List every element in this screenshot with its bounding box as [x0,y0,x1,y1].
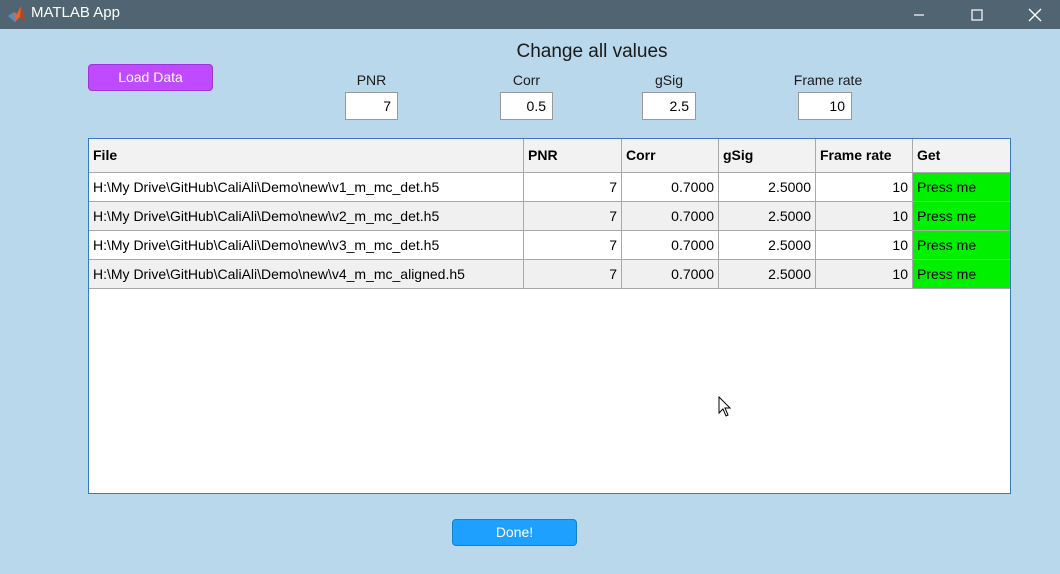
cell-corr[interactable]: 0.7000 [622,202,719,231]
cell-file[interactable]: H:\My Drive\GitHub\CaliAli\Demo\new\v3_m… [89,231,524,260]
maximize-button[interactable] [948,0,1006,29]
gsig-input[interactable]: 2.5 [642,92,696,120]
pnr-label: PNR [356,72,387,88]
window-title: MATLAB App [31,4,120,21]
cell-frame-rate[interactable]: 10 [816,202,913,231]
table-row: H:\My Drive\GitHub\CaliAli\Demo\new\v1_m… [89,173,1010,202]
pnr-input[interactable]: 7 [345,92,398,120]
press-me-button[interactable]: Press me [913,173,1010,202]
matlab-logo-icon [8,6,25,22]
frame-rate-input[interactable]: 10 [798,92,852,120]
minimize-icon [914,13,924,16]
table-row: H:\My Drive\GitHub\CaliAli\Demo\new\v3_m… [89,231,1010,260]
column-header-get[interactable]: Get [913,139,1010,173]
done-button[interactable]: Done! [452,519,577,546]
mouse-cursor-icon [718,396,732,417]
cell-frame-rate[interactable]: 10 [816,231,913,260]
cell-corr[interactable]: 0.7000 [622,260,719,289]
cell-file[interactable]: H:\My Drive\GitHub\CaliAli\Demo\new\v2_m… [89,202,524,231]
change-all-values-heading: Change all values [516,41,668,62]
corr-label: Corr [512,72,541,88]
press-me-button[interactable]: Press me [913,202,1010,231]
load-data-button[interactable]: Load Data [88,64,213,91]
gsig-label: gSig [654,72,684,88]
corr-input[interactable]: 0.5 [500,92,553,120]
maximize-icon [971,8,983,21]
cell-corr[interactable]: 0.7000 [622,173,719,202]
cell-gsig[interactable]: 2.5000 [719,173,816,202]
close-icon [1028,8,1042,21]
cell-pnr[interactable]: 7 [524,260,622,289]
table-row: H:\My Drive\GitHub\CaliAli\Demo\new\v2_m… [89,202,1010,231]
minimize-button[interactable] [890,0,948,29]
title-bar: MATLAB App [0,0,1060,29]
cell-gsig[interactable]: 2.5000 [719,231,816,260]
cell-corr[interactable]: 0.7000 [622,231,719,260]
table-row: H:\My Drive\GitHub\CaliAli\Demo\new\v4_m… [89,260,1010,289]
press-me-button[interactable]: Press me [913,260,1010,289]
cell-gsig[interactable]: 2.5000 [719,202,816,231]
column-header-frame-rate[interactable]: Frame rate [816,139,913,173]
cell-pnr[interactable]: 7 [524,231,622,260]
cell-gsig[interactable]: 2.5000 [719,260,816,289]
cell-pnr[interactable]: 7 [524,173,622,202]
column-header-gsig[interactable]: gSig [719,139,816,173]
column-header-corr[interactable]: Corr [622,139,719,173]
column-header-file[interactable]: File [89,139,524,173]
column-header-pnr[interactable]: PNR [524,139,622,173]
close-button[interactable] [1006,0,1060,29]
files-table[interactable]: File PNR Corr gSig Frame rate Get H:\My … [88,138,1011,494]
cell-frame-rate[interactable]: 10 [816,173,913,202]
table-header-row: File PNR Corr gSig Frame rate Get [89,139,1010,173]
cell-file[interactable]: H:\My Drive\GitHub\CaliAli\Demo\new\v4_m… [89,260,524,289]
cell-frame-rate[interactable]: 10 [816,260,913,289]
frame-rate-label: Frame rate [793,72,863,88]
cell-pnr[interactable]: 7 [524,202,622,231]
press-me-button[interactable]: Press me [913,231,1010,260]
cell-file[interactable]: H:\My Drive\GitHub\CaliAli\Demo\new\v1_m… [89,173,524,202]
app-content: Load Data Change all values PNR 7 Corr 0… [0,29,1060,574]
